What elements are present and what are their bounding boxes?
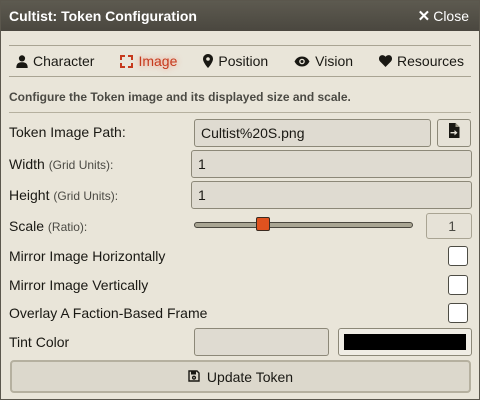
tab-label: Resources (397, 53, 464, 69)
update-token-button[interactable]: Update Token (10, 360, 471, 393)
mirror-x-label: Mirror Image Horizontally (9, 248, 166, 264)
heart-icon (379, 55, 393, 67)
width-label: Width (Grid Units): (9, 156, 113, 172)
tint-color-picker[interactable] (338, 328, 472, 356)
tab-label: Position (218, 53, 269, 69)
file-picker-button[interactable] (437, 119, 471, 147)
window-titlebar[interactable]: Cultist: Token Configuration ✕ Close (1, 1, 479, 31)
color-swatch (344, 334, 466, 350)
tab-resources[interactable]: Resources (374, 46, 469, 76)
close-icon: ✕ (417, 8, 431, 25)
tint-label: Tint Color (9, 334, 70, 350)
height-units: (Grid Units): (53, 189, 119, 203)
tab-image[interactable]: Image (115, 46, 182, 76)
tab-position[interactable]: Position (198, 46, 273, 76)
token-config-window: Cultist: Token Configuration ✕ Close Cha… (0, 0, 480, 400)
mirror-y-label: Mirror Image Vertically (9, 277, 149, 293)
scale-value: 1 (426, 213, 472, 239)
image-path-label: Token Image Path: (9, 124, 126, 140)
width-label-text: Width (9, 156, 45, 172)
scale-units: (Ratio): (47, 220, 88, 234)
image-tab-hint: Configure the Token image and its displa… (9, 90, 351, 104)
file-import-icon (448, 123, 460, 143)
width-input[interactable]: 1 (191, 150, 472, 178)
window-title: Cultist: Token Configuration (9, 8, 197, 24)
tab-character[interactable]: Character (11, 46, 99, 76)
tint-color-input[interactable] (194, 328, 329, 356)
overlay-frame-row: Overlay A Faction-Based Frame (9, 299, 471, 327)
overlay-frame-label: Overlay A Faction-Based Frame (9, 305, 208, 321)
map-marker-icon (203, 54, 214, 68)
save-icon (188, 369, 200, 385)
width-units: (Grid Units): (48, 158, 114, 172)
close-button[interactable]: ✕ Close (418, 7, 469, 25)
overlay-frame-checkbox[interactable] (448, 303, 468, 323)
tab-label: Vision (315, 53, 354, 69)
mirror-y-checkbox[interactable] (448, 275, 468, 295)
image-path-input[interactable]: Cultist%20S.png (194, 119, 431, 147)
divider (9, 112, 471, 113)
update-token-label: Update Token (206, 368, 294, 385)
user-icon (16, 54, 28, 68)
eye-icon (294, 56, 310, 67)
mirror-x-row: Mirror Image Horizontally (9, 242, 471, 270)
height-label-text: Height (9, 187, 50, 203)
slider-track (194, 222, 413, 228)
expand-icon (120, 54, 134, 68)
mirror-x-checkbox[interactable] (448, 246, 468, 266)
tab-label: Image (138, 53, 178, 69)
mirror-y-row: Mirror Image Vertically (9, 271, 471, 299)
tab-vision[interactable]: Vision (289, 46, 358, 76)
scale-label-text: Scale (9, 218, 45, 234)
scale-label: Scale (Ratio): (9, 218, 87, 234)
close-label: Close (433, 8, 469, 24)
scale-slider[interactable] (194, 212, 413, 240)
slider-thumb[interactable] (256, 217, 270, 231)
height-label: Height (Grid Units): (9, 187, 118, 203)
height-input[interactable]: 1 (191, 181, 472, 209)
tab-label: Character (33, 53, 95, 69)
sheet-tabs: Character Image Position Vision Resource… (9, 45, 471, 77)
